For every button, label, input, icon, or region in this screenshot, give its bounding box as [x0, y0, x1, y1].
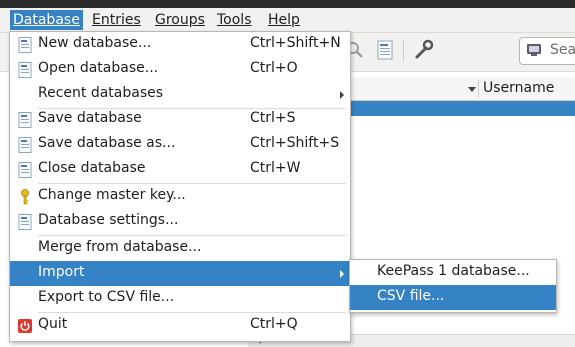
submenu-item-keepass1-database[interactable]: KeePass 1 database... — [350, 260, 556, 285]
menu-item-quit[interactable]: Quit Ctrl+Q — [10, 313, 350, 338]
import-submenu: KeePass 1 database... CSV file... — [349, 259, 557, 313]
search-placeholder: Sea — [550, 42, 575, 58]
column-divider[interactable] — [478, 80, 479, 98]
sort-arrow-icon[interactable] — [468, 87, 476, 92]
menu-item-import[interactable]: Import — [10, 261, 350, 286]
submenu-arrow-icon — [340, 270, 344, 278]
window-top-strip — [0, 0, 575, 8]
menu-item-database-settings[interactable]: Database settings... — [10, 209, 350, 234]
menu-item-change-master-key[interactable]: Change master key... — [10, 184, 350, 209]
document-icon — [18, 112, 32, 128]
document-icon — [18, 62, 32, 78]
wrench-icon[interactable] — [412, 39, 434, 61]
column-username[interactable]: Username — [483, 80, 554, 96]
search-input[interactable]: Sea — [519, 37, 575, 65]
menu-tools[interactable]: Tools — [214, 10, 255, 30]
submenu-item-csv-file[interactable]: CSV file... — [350, 285, 556, 310]
menu-entries[interactable]: Entries — [89, 10, 144, 30]
submenu-arrow-icon — [340, 91, 344, 99]
menu-item-close-database[interactable]: Close database Ctrl+W — [10, 157, 350, 182]
search-icon — [527, 44, 541, 56]
document-icon — [18, 137, 32, 153]
document-icon — [18, 37, 32, 53]
menu-item-new-database[interactable]: New database... Ctrl+Shift+N — [10, 32, 350, 57]
database-menu: New database... Ctrl+Shift+N Open databa… — [9, 31, 351, 342]
key-icon — [21, 189, 29, 205]
toolbar-separator — [403, 40, 404, 62]
menu-groups[interactable]: Groups — [152, 10, 208, 30]
menubar: Database Entries Groups Tools Help — [0, 8, 575, 33]
menu-item-open-database[interactable]: Open database... Ctrl+O — [10, 57, 350, 82]
menu-item-save-database-as[interactable]: Save database as... Ctrl+Shift+S — [10, 132, 350, 157]
menu-help[interactable]: Help — [265, 10, 303, 30]
document-icon — [18, 214, 32, 230]
menu-item-recent-databases[interactable]: Recent databases — [10, 82, 350, 107]
document-icon — [18, 162, 32, 178]
power-icon — [18, 319, 32, 333]
menu-database[interactable]: Database — [10, 10, 83, 30]
document-icon[interactable] — [374, 39, 396, 61]
menu-item-merge-from-database[interactable]: Merge from database... — [10, 236, 350, 261]
menu-item-save-database[interactable]: Save database Ctrl+S — [10, 107, 350, 132]
menu-item-export-csv[interactable]: Export to CSV file... — [10, 286, 350, 311]
